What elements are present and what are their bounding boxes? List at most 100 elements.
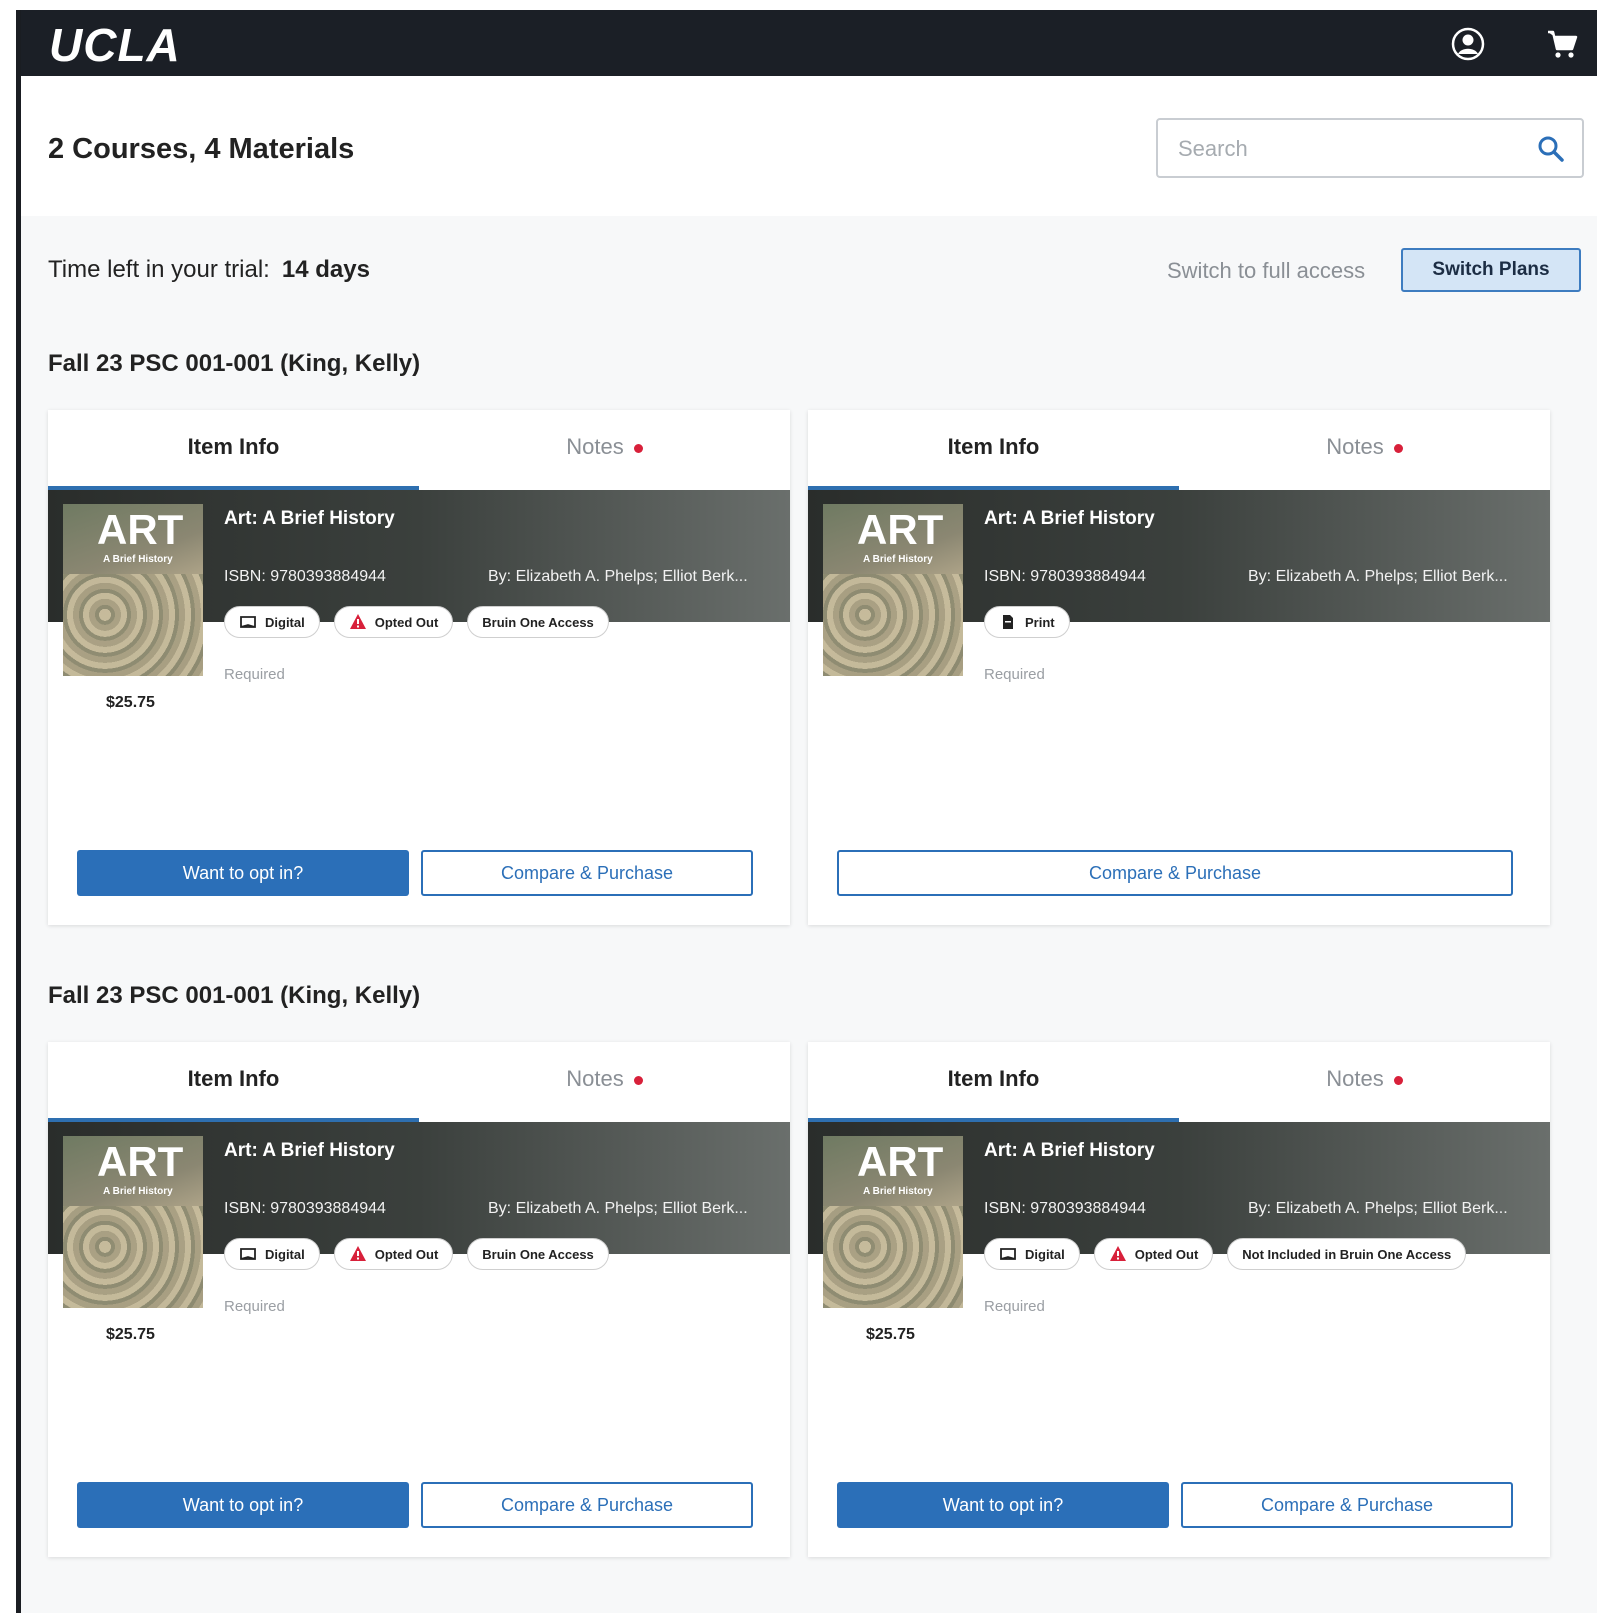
material-isbn: ISBN: 9780393884944 xyxy=(984,1200,1146,1217)
material-price: $25.75 xyxy=(866,1326,915,1343)
ucla-logo[interactable]: UCLA xyxy=(49,18,181,72)
material-card: Item Info Notes ART A Brief History $25.… xyxy=(48,410,790,925)
format-chip-label: Bruin One Access xyxy=(482,1246,594,1262)
format-chip-label: Digital xyxy=(265,1246,305,1262)
tab-item-info[interactable]: Item Info xyxy=(48,1042,419,1122)
material-card: Item Info Notes ART A Brief History $25.… xyxy=(48,1042,790,1557)
required-label: Required xyxy=(224,666,285,683)
cover-title: ART xyxy=(857,1138,944,1185)
cover-subtitle: A Brief History xyxy=(103,1186,173,1197)
format-chips: Digital Opted Out Not Included in Bruin On… xyxy=(984,1238,1467,1270)
compare-purchase-button[interactable]: Compare & Purchase xyxy=(837,850,1513,896)
page-header: 2 Courses, 4 Materials xyxy=(21,76,1597,216)
notes-indicator-dot xyxy=(1393,443,1403,453)
format-chip-label: Opted Out xyxy=(374,614,439,630)
cover-subtitle: A Brief History xyxy=(863,1186,933,1197)
tab-notes-label: Notes xyxy=(1326,1066,1384,1091)
switch-plans-button[interactable]: Switch Plans xyxy=(1401,248,1581,292)
trial-days: 14 days xyxy=(281,256,370,283)
material-author: By: Elizabeth A. Phelps; Elliot Berk... xyxy=(488,1200,748,1217)
tab-notes-label: Notes xyxy=(566,434,624,459)
tab-notes[interactable]: Notes xyxy=(1179,1042,1550,1122)
book-icon xyxy=(239,1245,257,1263)
format-chip-label: Digital xyxy=(1025,1246,1065,1262)
tab-notes[interactable]: Notes xyxy=(1179,410,1550,490)
format-chips: Digital Opted Out Bruin One Access xyxy=(224,1238,609,1270)
format-chips: Digital Opted Out Bruin One Access xyxy=(224,606,609,638)
tab-item-info[interactable]: Item Info xyxy=(48,410,419,490)
tab-item-info-label: Item Info xyxy=(187,434,280,459)
book-icon xyxy=(239,613,257,631)
cover-subtitle: A Brief History xyxy=(103,554,173,565)
opt-in-button[interactable]: Want to opt in? xyxy=(77,850,409,896)
book-cover-image: ART A Brief History xyxy=(63,504,203,676)
material-title: Art: A Brief History xyxy=(984,508,1155,529)
format-chips: Print xyxy=(984,606,1070,638)
cover-artwork xyxy=(823,574,963,676)
cart-icon[interactable] xyxy=(1546,29,1578,59)
course-section-title: Fall 23 PSC 001-001 (King, Kelly) xyxy=(48,982,421,1009)
format-chip: Digital xyxy=(224,606,320,638)
app-frame: UCLA 2 Courses, 4 Materials Time left in… xyxy=(16,10,1597,1613)
cover-artwork xyxy=(63,574,203,676)
material-price: $25.75 xyxy=(106,1326,155,1343)
required-label: Required xyxy=(984,1298,1045,1315)
compare-purchase-button[interactable]: Compare & Purchase xyxy=(421,850,753,896)
tab-notes[interactable]: Notes xyxy=(419,1042,790,1122)
compare-purchase-button[interactable]: Compare & Purchase xyxy=(421,1482,753,1528)
search-input[interactable] xyxy=(1178,134,1518,164)
cover-artwork xyxy=(63,1206,203,1308)
tab-notes-label: Notes xyxy=(566,1066,624,1091)
format-chip-label: Opted Out xyxy=(374,1246,439,1262)
format-chip: Print xyxy=(984,606,1070,638)
format-chip-label: Bruin One Access xyxy=(482,614,594,630)
material-title: Art: A Brief History xyxy=(224,1140,395,1161)
warning-icon xyxy=(1109,1245,1127,1263)
format-chip: Opted Out xyxy=(333,606,454,638)
warning-icon xyxy=(349,613,367,631)
format-chip-label: Print xyxy=(1025,614,1055,630)
switch-access-text: Switch to full access xyxy=(1167,258,1366,283)
notes-indicator-dot xyxy=(1393,1075,1403,1085)
opt-in-button[interactable]: Want to opt in? xyxy=(77,1482,409,1528)
compare-purchase-button[interactable]: Compare & Purchase xyxy=(1181,1482,1513,1528)
search-box[interactable] xyxy=(1156,118,1584,178)
material-isbn: ISBN: 9780393884944 xyxy=(224,1200,386,1217)
book-icon xyxy=(999,1245,1017,1263)
format-chip: Digital xyxy=(224,1238,320,1270)
material-title: Art: A Brief History xyxy=(224,508,395,529)
material-isbn: ISBN: 9780393884944 xyxy=(224,568,386,585)
cover-title: ART xyxy=(97,1138,184,1185)
format-chip: Bruin One Access xyxy=(467,606,609,638)
card-tabs: Item Info Notes xyxy=(48,1042,790,1122)
material-title: Art: A Brief History xyxy=(984,1140,1155,1161)
cover-title: ART xyxy=(97,506,184,553)
cover-subtitle: A Brief History xyxy=(863,554,933,565)
print-icon xyxy=(999,613,1017,631)
format-chip: Not Included in Bruin One Access xyxy=(1227,1238,1467,1270)
format-chip-label: Opted Out xyxy=(1134,1246,1199,1262)
course-section-title: Fall 23 PSC 001-001 (King, Kelly) xyxy=(48,350,421,377)
material-card: Item Info Notes ART A Brief History Art:… xyxy=(808,410,1550,925)
opt-in-button[interactable]: Want to opt in? xyxy=(837,1482,1169,1528)
tab-notes[interactable]: Notes xyxy=(419,410,790,490)
required-label: Required xyxy=(984,666,1045,683)
page-title: 2 Courses, 4 Materials xyxy=(48,133,355,165)
tab-item-info-label: Item Info xyxy=(947,1066,1040,1091)
tab-item-info[interactable]: Item Info xyxy=(808,410,1179,490)
account-circle-icon[interactable] xyxy=(1451,27,1485,61)
format-chip-label: Not Included in Bruin One Access xyxy=(1242,1246,1452,1262)
format-chip-label: Digital xyxy=(265,614,305,630)
tab-notes-label: Notes xyxy=(1326,434,1384,459)
book-cover-image: ART A Brief History xyxy=(63,1136,203,1308)
format-chip: Opted Out xyxy=(1093,1238,1214,1270)
format-chip: Bruin One Access xyxy=(467,1238,609,1270)
search-icon[interactable] xyxy=(1536,134,1566,164)
book-cover-image: ART A Brief History xyxy=(823,1136,963,1308)
tab-item-info[interactable]: Item Info xyxy=(808,1042,1179,1122)
material-author: By: Elizabeth A. Phelps; Elliot Berk... xyxy=(1248,1200,1508,1217)
trial-status: Time left in your trial: 14 days xyxy=(48,256,370,284)
card-tabs: Item Info Notes xyxy=(808,1042,1550,1122)
cover-title: ART xyxy=(857,506,944,553)
material-author: By: Elizabeth A. Phelps; Elliot Berk... xyxy=(488,568,748,585)
